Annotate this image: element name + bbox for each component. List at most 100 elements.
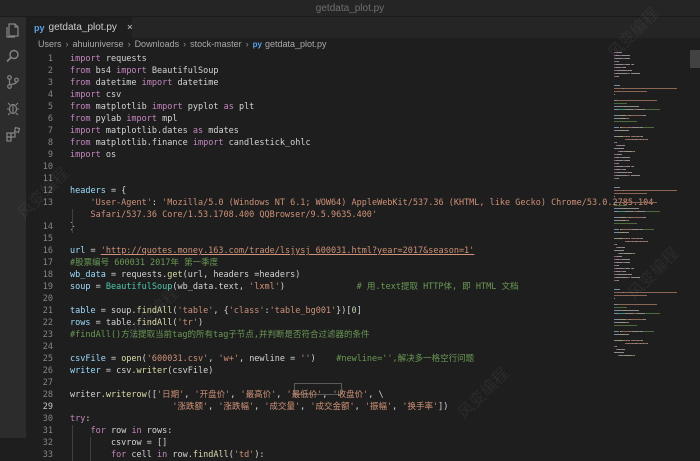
code-line[interactable]: 9 import os: [26, 149, 640, 161]
indent-guide: [90, 437, 91, 461]
code-token: datetime: [172, 78, 219, 88]
code-token: import: [70, 150, 101, 160]
code-token: import: [141, 78, 173, 88]
breadcrumb-users[interactable]: Users: [38, 39, 62, 49]
code-text: from matplotlib import pyplot as plt: [70, 101, 254, 113]
code-line[interactable]: 16 url = 'http://quotes.money.163.com/tra…: [26, 245, 640, 257]
minimap-stroke: [640, 340, 643, 341]
minimap-stroke: [617, 85, 621, 86]
code-line[interactable]: 29 '涨跌额', '涨跌幅', '成交量', '成交金额', '振幅', '换…: [26, 401, 640, 413]
minimap-stroke: [642, 229, 655, 230]
minimap-stroke: [622, 259, 630, 260]
code-text: 'User-Agent': 'Mozilla/5.0 (Windows NT 6…: [70, 197, 653, 209]
code-line[interactable]: 5 from matplotlib import pyplot as plt: [26, 101, 640, 113]
line-number: 2: [47, 66, 53, 76]
code-line[interactable]: 26 writer = csv.writer(csvFile): [26, 365, 640, 377]
code-line[interactable]: 2 from bs4 import BeautifulSoup: [26, 65, 640, 77]
minimap-stroke: [644, 109, 660, 110]
tab-getdata-plot[interactable]: py getdata_plot.py ×: [26, 17, 133, 38]
minimap-stroke: [628, 70, 633, 71]
search-icon[interactable]: [0, 43, 26, 69]
code-line[interactable]: 12 headers = {: [26, 185, 640, 197]
minimap-stroke: [614, 292, 623, 293]
minimap-stroke: [621, 247, 625, 248]
code-line[interactable]: 4 import csv: [26, 89, 640, 101]
scrollbar-thumb[interactable]: [690, 50, 700, 68]
code-token: ): [310, 354, 337, 364]
code-token: rows:: [141, 426, 173, 436]
code-line[interactable]: 27: [26, 377, 640, 389]
code-token: from: [70, 78, 91, 88]
code-line[interactable]: 1 import requests: [26, 53, 640, 65]
code-token: #findAll()方法提取当前tag的所有tag子节点,并判断是否符合过滤器的…: [70, 330, 370, 340]
minimap-stroke: [614, 307, 627, 308]
breadcrumb-sep: ›: [183, 39, 187, 49]
code-token: , {: [213, 306, 229, 316]
minimap-stroke: [624, 334, 630, 335]
code-line[interactable]: 11: [26, 173, 640, 185]
code-line[interactable]: Safari/537.36 Core/1.53.1708.400 QQBrows…: [26, 209, 640, 221]
minimap-stroke: [625, 313, 634, 314]
minimap-stroke: [617, 274, 628, 275]
debug-icon[interactable]: [0, 95, 26, 121]
code-line[interactable]: 3 from datetime import datetime: [26, 77, 640, 89]
minimap-stroke: [623, 88, 677, 89]
code-token: ]: [356, 306, 362, 316]
code-line[interactable]: 33 for cell in row.findAll('td'):: [26, 449, 640, 461]
code-line[interactable]: 19 soup = BeautifulSoup(wb_data.text, 'lx…: [26, 281, 640, 293]
code-line[interactable]: 25 csvFile = open('600031.csv', 'w+', new…: [26, 353, 640, 365]
code-line[interactable]: 17 #股票编号 600031 2017年 第一季度: [26, 257, 640, 269]
code-line[interactable]: 20: [26, 293, 640, 305]
code-token: ):: [254, 450, 265, 460]
vertical-scrollbar[interactable]: [690, 50, 700, 438]
explorer-icon[interactable]: [0, 17, 26, 43]
breadcrumb-stock-master[interactable]: stock-master: [190, 39, 242, 49]
minimap-stroke: [640, 238, 643, 239]
breadcrumb-downloads[interactable]: Downloads: [135, 39, 180, 49]
breadcrumb-ahuiuniverse[interactable]: ahuiuniverse: [73, 39, 124, 49]
code-line[interactable]: 14}: [26, 221, 640, 233]
code-token: mpl: [157, 114, 178, 124]
source-control-icon[interactable]: [0, 69, 26, 95]
code-token: plt: [233, 102, 255, 112]
code-line[interactable]: 22 rows = table.findAll('tr'): [26, 317, 640, 329]
minimap-stroke: [627, 322, 629, 323]
minimap[interactable]: [612, 50, 686, 438]
code-line[interactable]: 28 writer.writerow(['日期', '开盘价', '最高价', '…: [26, 389, 640, 401]
code-line[interactable]: 24: [26, 341, 640, 353]
code-line[interactable]: 7 import matplotlib.dates as mdates: [26, 125, 640, 137]
code-text: import matplotlib.dates as mdates: [70, 125, 239, 137]
minimap-stroke: [614, 88, 623, 89]
minimap-stroke: [631, 268, 634, 269]
code-line[interactable]: 6 from pylab import mpl: [26, 113, 640, 125]
line-number: 22: [42, 318, 53, 328]
code-token: 'User-Agent': [70, 198, 152, 208]
code-token: matplotlib.finance: [90, 138, 193, 148]
code-line[interactable]: 10: [26, 161, 640, 173]
tab-label: getdata_plot.py: [48, 22, 117, 33]
code-token: for: [90, 426, 106, 436]
minimap-stroke: [617, 163, 620, 164]
code-line[interactable]: 15: [26, 233, 640, 245]
code-token: 'table_bg001': [269, 306, 337, 316]
code-line[interactable]: 30 try:: [26, 413, 640, 425]
code-line[interactable]: 32 csvrow = []: [26, 437, 640, 449]
close-icon[interactable]: ×: [127, 22, 133, 33]
code-text: from matplotlib.finance import candlesti…: [70, 137, 311, 149]
line-number: 8: [47, 138, 53, 148]
code-line[interactable]: 8 from matplotlib.finance import candlest…: [26, 137, 640, 149]
code-line[interactable]: 23 #findAll()方法提取当前tag的所有tag子节点,并判断是否符合过滤…: [26, 329, 640, 341]
code-text: from pylab import mpl: [70, 113, 178, 125]
code-line[interactable]: 18 wb_data = requests.get(url, headers =h…: [26, 269, 640, 281]
extensions-icon[interactable]: [0, 121, 26, 147]
minimap-stroke: [622, 127, 629, 128]
code-text: from bs4 import BeautifulSoup: [70, 65, 218, 77]
breadcrumb-file[interactable]: getdata_plot.py: [265, 39, 327, 49]
code-line[interactable]: 13 'User-Agent': 'Mozilla/5.0 (Windows N…: [26, 197, 654, 209]
minimap-stroke: [625, 262, 630, 263]
code-token: 'table': [177, 306, 214, 316]
code-line[interactable]: 31 for row in rows:: [26, 425, 640, 437]
code-editor[interactable]: 1 import requests 2 from bs4 import Beautif…: [26, 50, 654, 461]
minimap-stroke: [644, 211, 660, 212]
code-line[interactable]: 21 table = soup.findAll('table', {'class'…: [26, 305, 640, 317]
